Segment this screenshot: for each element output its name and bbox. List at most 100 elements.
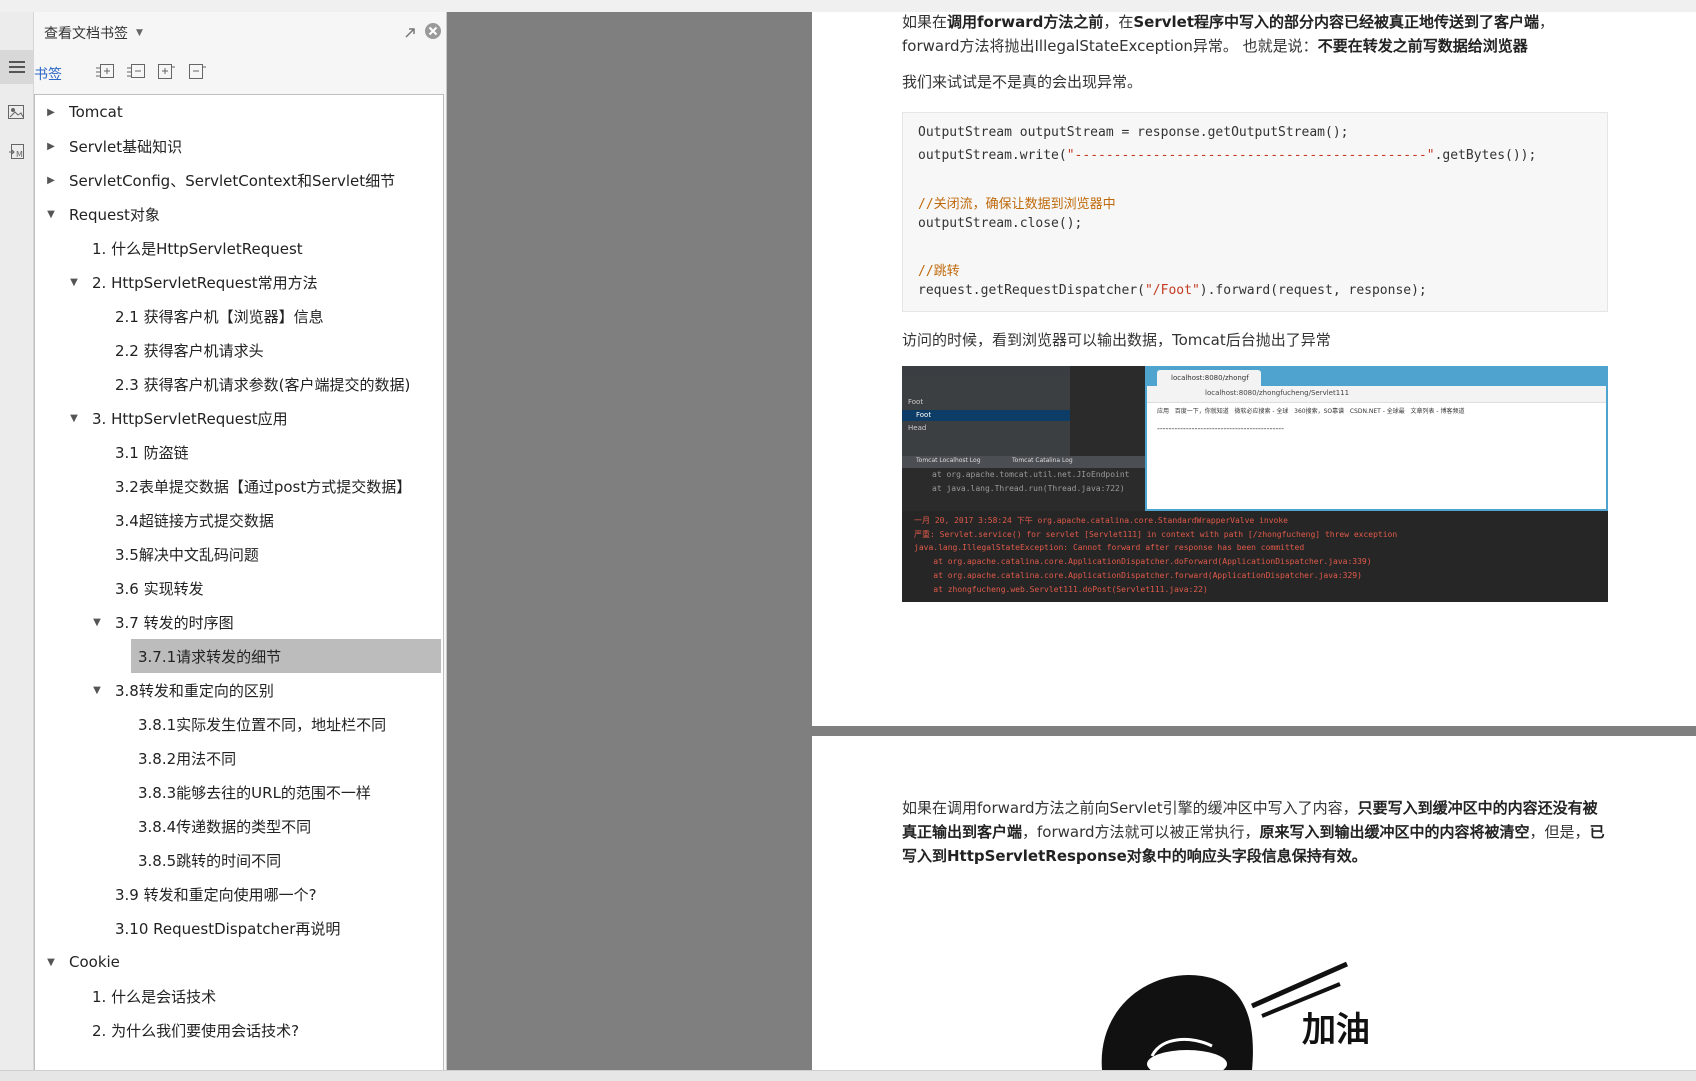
bookmark-item[interactable]: 3.8.5跳转的时间不同 xyxy=(35,843,441,877)
embedded-screenshot: Foot Foot Head Tomcat Localhost Log Tomc… xyxy=(902,366,1608,602)
bookmark-label: 3.8.5跳转的时间不同 xyxy=(138,851,282,870)
cheer-up-cartoon: 加油 xyxy=(1101,961,1370,1070)
bookmark-label: 1. 什么是HttpServletRequest xyxy=(92,239,303,258)
bookmark-tree: ▶ Tomcat ▶ Servlet基础知识 ▶ ServletConfig、Servle… xyxy=(34,94,444,1072)
sidebar-rail: M xyxy=(0,12,34,1070)
bookmark-label: 3.9 转发和重定向使用哪一个? xyxy=(115,885,317,904)
page-separator xyxy=(812,726,1696,736)
bookmark-item[interactable]: 2.2 获得客户机请求头 xyxy=(35,333,441,367)
bookmark-label: 2.2 获得客户机请求头 xyxy=(115,341,264,360)
code-line: outputStream.close(); xyxy=(918,216,1083,231)
bookmark-toolbar: 书签 xyxy=(34,56,446,92)
expanded-triangle-icon[interactable]: ▼ xyxy=(91,684,103,696)
bookmark-item[interactable]: 3.8.1实际发生位置不同，地址栏不同 xyxy=(35,707,441,741)
status-bar xyxy=(0,1070,1696,1081)
bookmark-item[interactable]: 2.1 获得客户机【浏览器】信息 xyxy=(35,299,441,333)
svg-text:M: M xyxy=(16,150,23,159)
expanded-triangle-icon[interactable]: ▼ xyxy=(68,412,80,424)
bookmark-item[interactable]: 1. 什么是HttpServletRequest xyxy=(35,231,441,265)
bookmark-item[interactable]: ▼ 3. HttpServletRequest应用 xyxy=(35,401,441,435)
ide-panel: Foot Foot Head xyxy=(902,366,1146,466)
bookmark-label: 3.8.2用法不同 xyxy=(138,749,237,768)
bookmark-item[interactable]: ▶ Servlet基础知识 xyxy=(35,129,441,163)
thumbnails-rail-icon[interactable] xyxy=(6,102,26,122)
bookmarks-rail-icon[interactable] xyxy=(0,50,33,84)
bookmark-label: Request对象 xyxy=(69,205,160,224)
paragraph-buffer-explanation: 如果在调用forward方法之前向Servlet引擎的缓冲区中写入了内容，只要写… xyxy=(902,799,1605,865)
bookmark-item[interactable]: 3.9 转发和重定向使用哪一个? xyxy=(35,877,441,911)
bookmark-item[interactable]: ▼ Cookie xyxy=(35,945,441,979)
cartoon-caption: 加油 xyxy=(1302,1010,1370,1050)
delete-bookmark-icon[interactable] xyxy=(189,64,207,84)
document-page-1: 如果在调用forward方法之前，在Servlet程序中写入的部分内容已经被真正… xyxy=(812,12,1696,726)
bookmark-item[interactable]: 3.4超链接方式提交数据 xyxy=(35,503,441,537)
bookmark-label: Cookie xyxy=(69,953,120,971)
paragraph-exception-observed: 访问的时候，看到浏览器可以输出数据，Tomcat后台抛出了异常 xyxy=(902,331,1331,349)
bookmark-label: 3.2表单提交数据【通过post方式提交数据】 xyxy=(115,477,412,496)
bookmark-item[interactable]: ▼ 2. HttpServletRequest常用方法 xyxy=(35,265,441,299)
code-line: OutputStream outputStream = response.get… xyxy=(918,125,1349,140)
bookmark-item[interactable]: 3.7.1请求转发的细节 xyxy=(35,639,441,673)
bookmark-item[interactable]: ▼ 3.7 转发的时序图 xyxy=(35,605,441,639)
bookmark-tab-label[interactable]: 书签 xyxy=(34,64,94,84)
log-tabs: Tomcat Localhost Log Tomcat Catalina Log xyxy=(902,456,1146,468)
expanded-triangle-icon[interactable]: ▼ xyxy=(45,956,57,968)
attachment-rail-icon[interactable]: M xyxy=(6,142,26,162)
detach-panel-icon[interactable] xyxy=(404,24,416,43)
paragraph-try-it: 我们来试试是不是真的会出现异常。 xyxy=(902,73,1143,91)
expanded-triangle-icon[interactable]: ▼ xyxy=(91,616,103,628)
bookmark-label: 2. HttpServletRequest常用方法 xyxy=(92,273,318,292)
bookmark-item[interactable]: 3.1 防盗链 xyxy=(35,435,441,469)
bookmark-item[interactable]: 3.6 实现转发 xyxy=(35,571,441,605)
bookmark-item[interactable]: 3.8.3能够去往的URL的范围不一样 xyxy=(35,775,441,809)
bookmark-item[interactable]: 1. 什么是会话技术 xyxy=(35,979,441,1013)
bookmark-item[interactable]: 3.8.2用法不同 xyxy=(35,741,441,775)
bookmark-label: 3.8.1实际发生位置不同，地址栏不同 xyxy=(138,715,387,734)
document-page-2: 如果在调用forward方法之前向Servlet引擎的缓冲区中写入了内容，只要写… xyxy=(812,736,1696,1070)
code-line: outputStream.write("--------------------… xyxy=(918,148,1537,163)
bookmark-item[interactable]: ▶ ServletConfig、ServletContext和Servlet细节 xyxy=(35,163,441,197)
bookmark-item[interactable]: 2.3 获得客户机请求参数(客户端提交的数据) xyxy=(35,367,441,401)
bookmark-item[interactable]: ▼ Request对象 xyxy=(35,197,441,231)
code-comment: //关闭流，确保让数据到浏览器中 xyxy=(918,197,1116,212)
bookmark-item[interactable]: 3.5解决中文乱码问题 xyxy=(35,537,441,571)
collapsed-triangle-icon[interactable]: ▶ xyxy=(45,140,57,152)
bookmark-label: 3.4超链接方式提交数据 xyxy=(115,511,274,530)
bookmark-label: 3.7 转发的时序图 xyxy=(115,613,234,632)
bookmark-item[interactable]: ▼ 3.8转发和重定向的区别 xyxy=(35,673,441,707)
collapsed-triangle-icon[interactable]: ▶ xyxy=(45,174,57,186)
bookmark-label: 2.1 获得客户机【浏览器】信息 xyxy=(115,307,324,326)
expanded-triangle-icon[interactable]: ▼ xyxy=(45,208,57,220)
bookmark-label: 3. HttpServletRequest应用 xyxy=(92,409,288,428)
bookmark-label: 3.6 实现转发 xyxy=(115,579,204,598)
bookmark-label: 3.8.3能够去往的URL的范围不一样 xyxy=(138,783,371,802)
bookmark-label: Tomcat xyxy=(69,103,123,121)
browser-content: localhost:8080/zhongfucheng/Servlet111 应… xyxy=(1147,386,1606,509)
panel-header: 查看文档书签 ▼ xyxy=(34,12,446,54)
bookmark-label: 3.8.4传递数据的类型不同 xyxy=(138,817,312,836)
bookmark-label: 3.10 RequestDispatcher再说明 xyxy=(115,919,341,938)
code-block: OutputStream outputStream = response.get… xyxy=(902,112,1608,312)
bookmark-label: 3.1 防盗链 xyxy=(115,443,189,462)
panel-title: 查看文档书签 xyxy=(44,26,128,42)
panel-menu-caret-icon[interactable]: ▼ xyxy=(136,28,143,38)
bookmark-panel: 查看文档书签 ▼ 书签 ▶ Tomcat ▶ Servlet基础知识 ▶ ServletC… xyxy=(34,12,448,1072)
add-bookmark-icon[interactable] xyxy=(158,64,176,84)
collapse-all-icon[interactable] xyxy=(127,64,145,84)
bookmark-label: 3.7.1请求转发的细节 xyxy=(138,647,282,666)
expand-all-icon[interactable] xyxy=(96,64,114,84)
bookmark-label: 3.8转发和重定向的区别 xyxy=(115,681,274,700)
bookmark-label: 1. 什么是会话技术 xyxy=(92,987,217,1006)
bookmark-item[interactable]: 2. 为什么我们要使用会话技术? xyxy=(35,1013,441,1047)
bookmark-item[interactable]: ▶ Tomcat xyxy=(35,95,441,129)
close-panel-icon[interactable] xyxy=(424,22,442,44)
code-comment: //跳转 xyxy=(918,264,960,279)
expanded-triangle-icon[interactable]: ▼ xyxy=(68,276,80,288)
bookmark-label: 2.3 获得客户机请求参数(客户端提交的数据) xyxy=(115,375,411,394)
collapsed-triangle-icon[interactable]: ▶ xyxy=(45,106,57,118)
bookmark-label: ServletConfig、ServletContext和Servlet细节 xyxy=(69,171,396,190)
bookmark-item[interactable]: 3.8.4传递数据的类型不同 xyxy=(35,809,441,843)
bookmark-item[interactable]: 3.10 RequestDispatcher再说明 xyxy=(35,911,441,945)
bookmark-item[interactable]: 3.2表单提交数据【通过post方式提交数据】 xyxy=(35,469,441,503)
bookmark-label: Servlet基础知识 xyxy=(69,137,183,156)
